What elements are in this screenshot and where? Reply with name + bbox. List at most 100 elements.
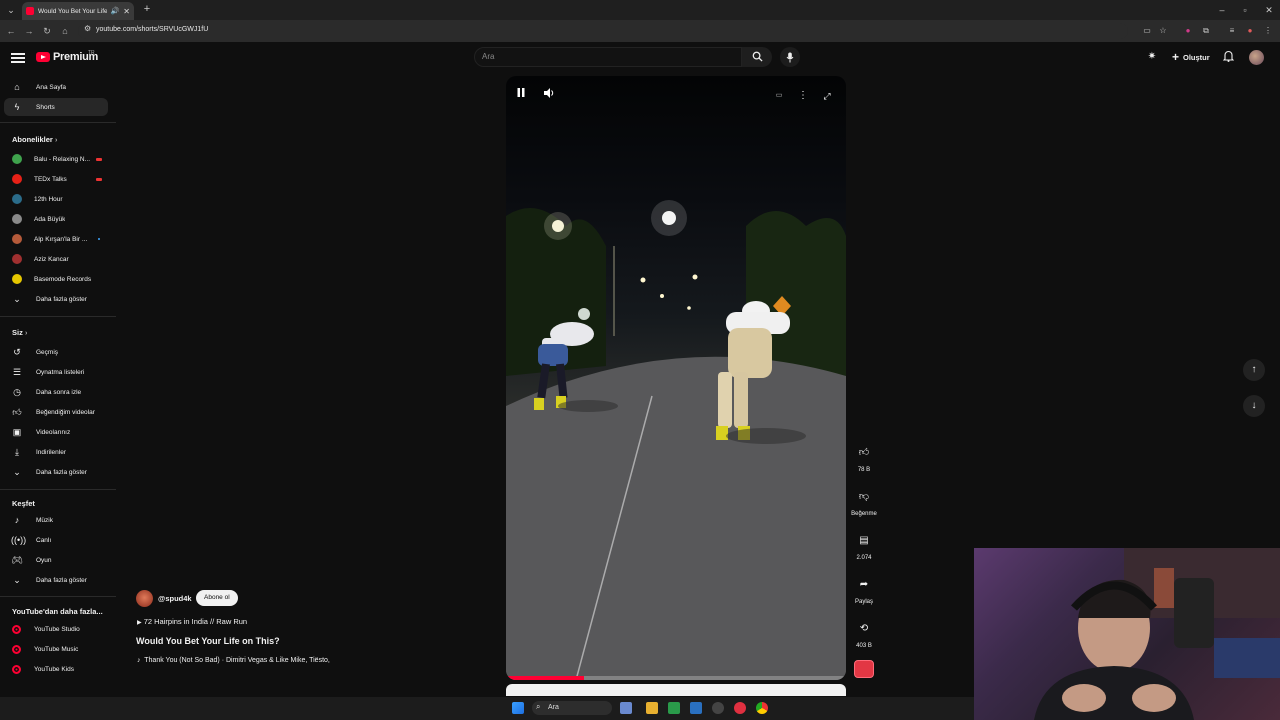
chrome-icon[interactable] (756, 702, 768, 714)
sidebar-item-label: İndirilenler (36, 448, 66, 456)
subscriptions-heading[interactable]: Abonelikler › (12, 135, 57, 144)
channel-handle[interactable]: @spud4k (158, 594, 192, 603)
shorts-video-player[interactable]: ▭ ⋮ ⤢ (506, 76, 846, 680)
more-options-icon[interactable]: ⋮ (795, 88, 811, 104)
sidebar-item-downloads[interactable]: ⤓ İndirilenler (4, 443, 108, 461)
sidebar-item-subscription[interactable]: Aziz Kancar (4, 250, 108, 268)
like-icon[interactable]: 👍︎ (853, 442, 875, 464)
dislike-action[interactable]: 👎︎ Beğenme (848, 486, 880, 517)
windows-start-icon[interactable] (512, 702, 524, 714)
comments-action[interactable]: ▤ 2.074 (848, 530, 880, 561)
share-action[interactable]: ➦ Paylaş (848, 574, 880, 605)
sidebar-item-shorts[interactable]: ϟ Shorts (4, 98, 108, 116)
search-button[interactable] (742, 47, 772, 67)
tab-audio-icon[interactable]: 🔊 (111, 7, 120, 15)
sidebar-item-label: Beğendiğim videolar (36, 408, 95, 416)
taskbar-app-icon[interactable] (668, 702, 680, 714)
dislike-icon[interactable]: 👎︎ (853, 486, 875, 508)
sidebar-item-subscription[interactable]: TEDx Talks (4, 170, 108, 188)
channel-avatar (12, 254, 22, 264)
comment-icon[interactable]: ▤ (853, 530, 875, 552)
notifications-bell-icon[interactable] (1220, 50, 1236, 64)
extension-icon[interactable]: ● (1182, 25, 1194, 37)
remix-icon[interactable]: ⟲ (853, 618, 875, 640)
fullscreen-icon[interactable]: ⤢ (819, 88, 835, 104)
previous-short-button[interactable]: ↑ (1243, 359, 1265, 381)
sidebar-item-subscription[interactable]: Alp Kırşan'la Bir ... (4, 230, 108, 248)
next-short-button[interactable]: ↓ (1243, 395, 1265, 417)
home-browser-icon[interactable]: ⌂ (58, 24, 72, 38)
sidebar-item-liked-videos[interactable]: 👍︎ Beğendiğim videolar (4, 403, 108, 421)
sidebar-item-home[interactable]: ⌂ Ana Sayfa (4, 78, 108, 96)
guide-menu-icon[interactable] (10, 50, 26, 66)
sidebar-item-show-more[interactable]: ⌄ Daha fazla göster (4, 463, 108, 481)
like-action[interactable]: 👍︎ 78 B (848, 442, 880, 473)
sidebar-item-youtube-music[interactable]: YouTube Music (4, 640, 108, 658)
sidebar-item-playlists[interactable]: ☰ Oynatma listeleri (4, 363, 108, 381)
you-heading[interactable]: Siz › (12, 328, 27, 337)
media-control-icon[interactable]: ≡ (1226, 25, 1238, 37)
sidebar-item-watch-later[interactable]: ◷ Daha sonra izle (4, 383, 108, 401)
file-explorer-icon[interactable] (646, 702, 658, 714)
taskbar-search[interactable] (532, 701, 612, 715)
sidebar-item-youtube-studio[interactable]: YouTube Studio (4, 620, 108, 638)
sidebar-item-subscription[interactable]: Basemode Records (4, 270, 108, 288)
share-icon[interactable]: ➦ (853, 574, 875, 596)
create-button[interactable]: + Oluştur (1164, 48, 1218, 66)
sidebar-item-show-more[interactable]: ⌄ Daha fazla göster (4, 571, 108, 589)
sidebar-item-music[interactable]: ♪ Müzik (4, 511, 108, 529)
related-video-link[interactable]: ▶ 72 Hairpins in India // Raw Run (137, 617, 247, 626)
browser-menu-icon[interactable]: ⋮ (1262, 25, 1274, 37)
like-count: 78 B (857, 467, 871, 473)
sidebar-item-show-more[interactable]: ⌄ Daha fazla göster (4, 290, 108, 308)
sidebar-item-label: Videolarınız (36, 428, 71, 436)
install-app-icon[interactable]: ▭ (1141, 25, 1153, 37)
taskbar-app-icon[interactable] (690, 702, 702, 714)
gear-sparkle-icon[interactable]: ✷ (1144, 50, 1160, 64)
subscribe-button[interactable]: Abone ol (196, 590, 238, 606)
sidebar-item-youtube-kids[interactable]: YouTube Kids (4, 660, 108, 678)
tab-close-icon[interactable]: ✕ (123, 7, 130, 16)
new-tab-button[interactable]: + (141, 2, 153, 16)
site-info-icon[interactable]: ⚙ (84, 24, 91, 33)
sidebar-item-your-videos[interactable]: ▣ Videolarınız (4, 423, 108, 441)
sound-thumbnail[interactable] (854, 660, 874, 678)
sidebar-item-live[interactable]: ((•)) Canlı (4, 531, 108, 549)
browser-tab[interactable]: Would You Bet Your Life on 🔊 ✕ (22, 2, 134, 20)
plus-icon: + (1172, 50, 1180, 64)
profile-icon[interactable]: ● (1244, 25, 1256, 37)
sidebar-item-subscription[interactable]: Ada Büyük (4, 210, 108, 228)
sidebar-item-subscription[interactable]: Balu - Relaxing N... (4, 150, 108, 168)
omnibox[interactable] (78, 23, 1128, 39)
music-link[interactable]: ♪ Thank You (Not So Bad) · Dimitri Vegas… (137, 657, 330, 664)
captions-icon[interactable]: ▭ (771, 88, 787, 104)
channel-avatar[interactable] (136, 590, 153, 607)
search-input[interactable] (474, 47, 742, 67)
bookmark-star-icon[interactable]: ☆ (1157, 25, 1169, 37)
voice-search-button[interactable] (780, 47, 800, 67)
account-avatar[interactable] (1249, 50, 1264, 65)
forward-icon[interactable]: → (22, 24, 36, 38)
sidebar-divider (0, 122, 116, 123)
reload-icon[interactable]: ↻ (40, 24, 54, 38)
explore-heading: Keşfet (12, 499, 35, 508)
window-close-icon[interactable]: ✕ (1261, 3, 1277, 17)
tab-search-icon[interactable]: ⌄ (4, 3, 18, 17)
next-short-preview (506, 684, 846, 696)
taskbar-widgets-icon[interactable] (620, 702, 632, 714)
sidebar-item-gaming[interactable]: 🎮︎ Oyun (4, 551, 108, 569)
taskbar-app-icon[interactable] (734, 702, 746, 714)
sidebar-item-history[interactable]: ↺ Geçmiş (4, 343, 108, 361)
extensions-puzzle-icon[interactable]: ⧉ (1200, 25, 1212, 37)
video-progress-bar[interactable] (506, 676, 846, 680)
taskbar-app-icon[interactable] (712, 702, 724, 714)
maximize-icon[interactable]: ▫ (1237, 3, 1253, 17)
back-icon[interactable]: ← (4, 24, 18, 38)
minimize-icon[interactable]: – (1214, 3, 1230, 17)
volume-button[interactable] (544, 88, 560, 104)
channel-avatar (12, 174, 22, 184)
remix-action[interactable]: ⟲ 403 B (848, 618, 880, 649)
sidebar-item-subscription[interactable]: 12th Hour (4, 190, 108, 208)
pause-button[interactable] (517, 88, 533, 104)
url-text[interactable]: youtube.com/shorts/SRVUcGWJ1fU (96, 26, 208, 33)
